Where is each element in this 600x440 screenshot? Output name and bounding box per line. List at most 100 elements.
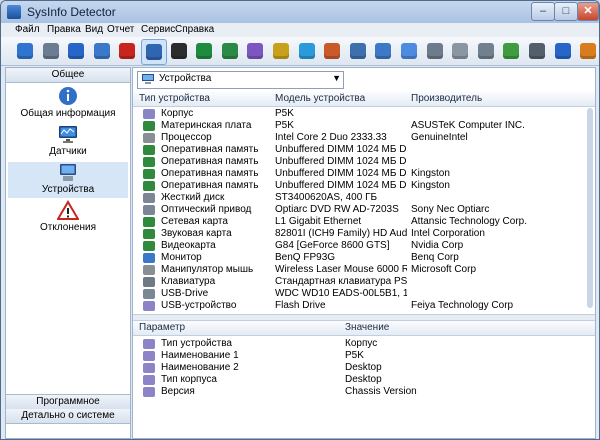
device-row[interactable]: Оперативная память Unbuffered DIMM 1024 М… [133, 156, 595, 168]
toolbar-button-export[interactable] [576, 39, 599, 63]
device-model: Intel Core 2 Duo 2333.33 [275, 132, 387, 143]
toolbar-button-memory[interactable] [192, 39, 216, 63]
menu-report[interactable]: Отчет [107, 24, 134, 35]
property-value: Desktop [345, 374, 382, 385]
toolbar-button-search[interactable] [39, 39, 63, 63]
property-row[interactable]: Тип устройства Корпус [133, 338, 595, 350]
device-row[interactable]: Оптический привод Optiarc DVD RW AD-7203S… [133, 204, 595, 216]
device-row[interactable]: USB-Drive WDC WD10 EADS-00L5B1, 1000 ГБ [133, 288, 595, 300]
property-row[interactable]: Тип корпуса Desktop [133, 374, 595, 386]
property-value: P5K [345, 350, 364, 361]
menu-view[interactable]: Вид [85, 24, 103, 35]
device-row[interactable]: Оперативная память Unbuffered DIMM 1024 М… [133, 180, 595, 192]
maximize-button[interactable]: □ [554, 2, 578, 21]
devices-table-header: Тип устройства Модель устройства Произво… [133, 92, 595, 107]
device-row[interactable]: Сетевая карта L1 Gigabit Ethernet Attansic… [133, 216, 595, 228]
toolbar-button-checklist[interactable] [499, 39, 523, 63]
cpu-icon [143, 133, 155, 143]
close-button[interactable]: ✕ [577, 2, 599, 21]
toolbar-button-network[interactable] [371, 39, 395, 63]
device-row[interactable]: Процессор Intel Core 2 Duo 2333.33 Genuine… [133, 132, 595, 144]
title-bar[interactable]: SysInfo Detector – □ ✕ [1, 1, 599, 23]
device-row[interactable]: Клавиатура Стандартная клавиатура PS/2 [133, 276, 595, 288]
column-header-model[interactable]: Модель устройства [275, 93, 365, 104]
menu-service[interactable]: Сервис [141, 24, 175, 35]
warning-icon [119, 43, 136, 59]
device-row[interactable]: USB-устройство Flash Drive Feiya Technolog… [133, 300, 595, 312]
property-value: Chassis Version [345, 386, 417, 397]
id-card-icon [170, 43, 187, 59]
sidebar-item-sensors[interactable]: Датчики [8, 124, 128, 160]
toolbar-button-monitor[interactable] [90, 39, 114, 63]
toolbar-button-printer[interactable] [423, 39, 447, 63]
property-row[interactable]: Наименование 2 Desktop [133, 362, 595, 374]
device-type: USB-устройство [161, 300, 237, 311]
toolbar-button-warning[interactable] [115, 39, 139, 63]
devices-icon [142, 74, 154, 84]
toolbar-button-help[interactable] [551, 39, 575, 63]
sidebar-section-general[interactable]: Общее [6, 68, 130, 83]
toolbar-button-devices[interactable] [141, 39, 167, 65]
chevron-down-icon: ▼ [332, 73, 341, 83]
sidebar-item-devices[interactable]: Устройства [8, 162, 128, 198]
sidebar-section-software[interactable]: Программное обеспечение [6, 394, 130, 421]
memory-icon [143, 181, 155, 191]
sidebar-item-general-info[interactable]: Общая информация [8, 86, 128, 122]
column-header-parameter[interactable]: Параметр [139, 322, 185, 333]
toolbar-button-disc[interactable] [397, 39, 421, 63]
view-selector-dropdown[interactable]: Устройства ▼ [137, 71, 344, 89]
sidebar: Общее Общая информация Датчики Устройств… [5, 67, 131, 439]
toolbar-button-back-arrow[interactable] [13, 39, 37, 63]
device-type: Оперативная память [161, 180, 259, 191]
drive-icon [477, 43, 494, 59]
sound-card-icon [143, 229, 155, 239]
toolbar-button-windows-flag[interactable] [295, 39, 319, 63]
memory-icon [143, 157, 155, 167]
device-type: Манипулятор мышь [161, 264, 254, 275]
toolbar-button-info[interactable] [64, 39, 88, 63]
device-vendor: Benq Corp [411, 252, 459, 263]
warning-icon [57, 200, 79, 220]
toolbar-button-server[interactable] [448, 39, 472, 63]
device-row[interactable]: Звуковая карта 82801I (ICH9 Family) HD Au… [133, 228, 595, 240]
property-icon [143, 351, 155, 361]
device-row[interactable]: Оперативная память Unbuffered DIMM 1024 М… [133, 168, 595, 180]
toolbar-button-usb-plug[interactable] [243, 39, 267, 63]
property-row[interactable]: Наименование 1 P5K [133, 350, 595, 362]
toolbar-button-pci-card[interactable] [218, 39, 242, 63]
device-row[interactable]: Оперативная память Unbuffered DIMM 1024 М… [133, 144, 595, 156]
device-model: G84 [GeForce 8600 GTS] [275, 240, 390, 251]
property-row[interactable]: Версия Chassis Version [133, 386, 595, 398]
toolbar-button-chip[interactable] [269, 39, 293, 63]
property-name: Наименование 1 [161, 350, 239, 361]
sidebar-section-system-details[interactable]: Детально о системе [6, 409, 130, 424]
toolbar-button-id-card[interactable] [167, 39, 191, 63]
device-row[interactable]: Материнская плата P5K ASUSTeK Computer INC… [133, 120, 595, 132]
column-header-vendor[interactable]: Производитель [411, 93, 482, 104]
toolbar-button-certificate[interactable] [320, 39, 344, 63]
device-row[interactable]: Жесткий диск ST3400620AS, 400 ГБ [133, 192, 595, 204]
device-vendor: Sony Nec Optiarc [411, 204, 490, 215]
window-icon [349, 43, 366, 59]
column-header-type[interactable]: Тип устройства [139, 93, 210, 104]
toolbar-button-gear[interactable] [525, 39, 549, 63]
menu-file[interactable]: Файл [15, 24, 40, 35]
property-icon [143, 387, 155, 397]
menu-edit[interactable]: Правка [47, 24, 81, 35]
column-header-value[interactable]: Значение [345, 322, 389, 333]
device-model: WDC WD10 EADS-00L5B1, 1000 ГБ [275, 288, 407, 299]
device-row[interactable]: Манипулятор мышь Wireless Laser Mouse 600… [133, 264, 595, 276]
devices-scrollbar[interactable] [587, 108, 593, 308]
minimize-button[interactable]: – [531, 2, 555, 21]
device-row[interactable]: Корпус P5K [133, 108, 595, 120]
usb-drive-icon [143, 289, 155, 299]
panel-splitter[interactable] [133, 314, 595, 321]
toolbar-button-window[interactable] [346, 39, 370, 63]
device-type: Сетевая карта [161, 216, 228, 227]
device-row[interactable]: Монитор BenQ FP93G Benq Corp [133, 252, 595, 264]
device-row[interactable]: Видеокарта G84 [GeForce 8600 GTS] Nvidia C… [133, 240, 595, 252]
toolbar-button-drive[interactable] [474, 39, 498, 63]
device-model: Optiarc DVD RW AD-7203S [275, 204, 399, 215]
menu-help[interactable]: Справка [175, 24, 214, 35]
sidebar-item-deviations[interactable]: Отклонения [8, 200, 128, 236]
